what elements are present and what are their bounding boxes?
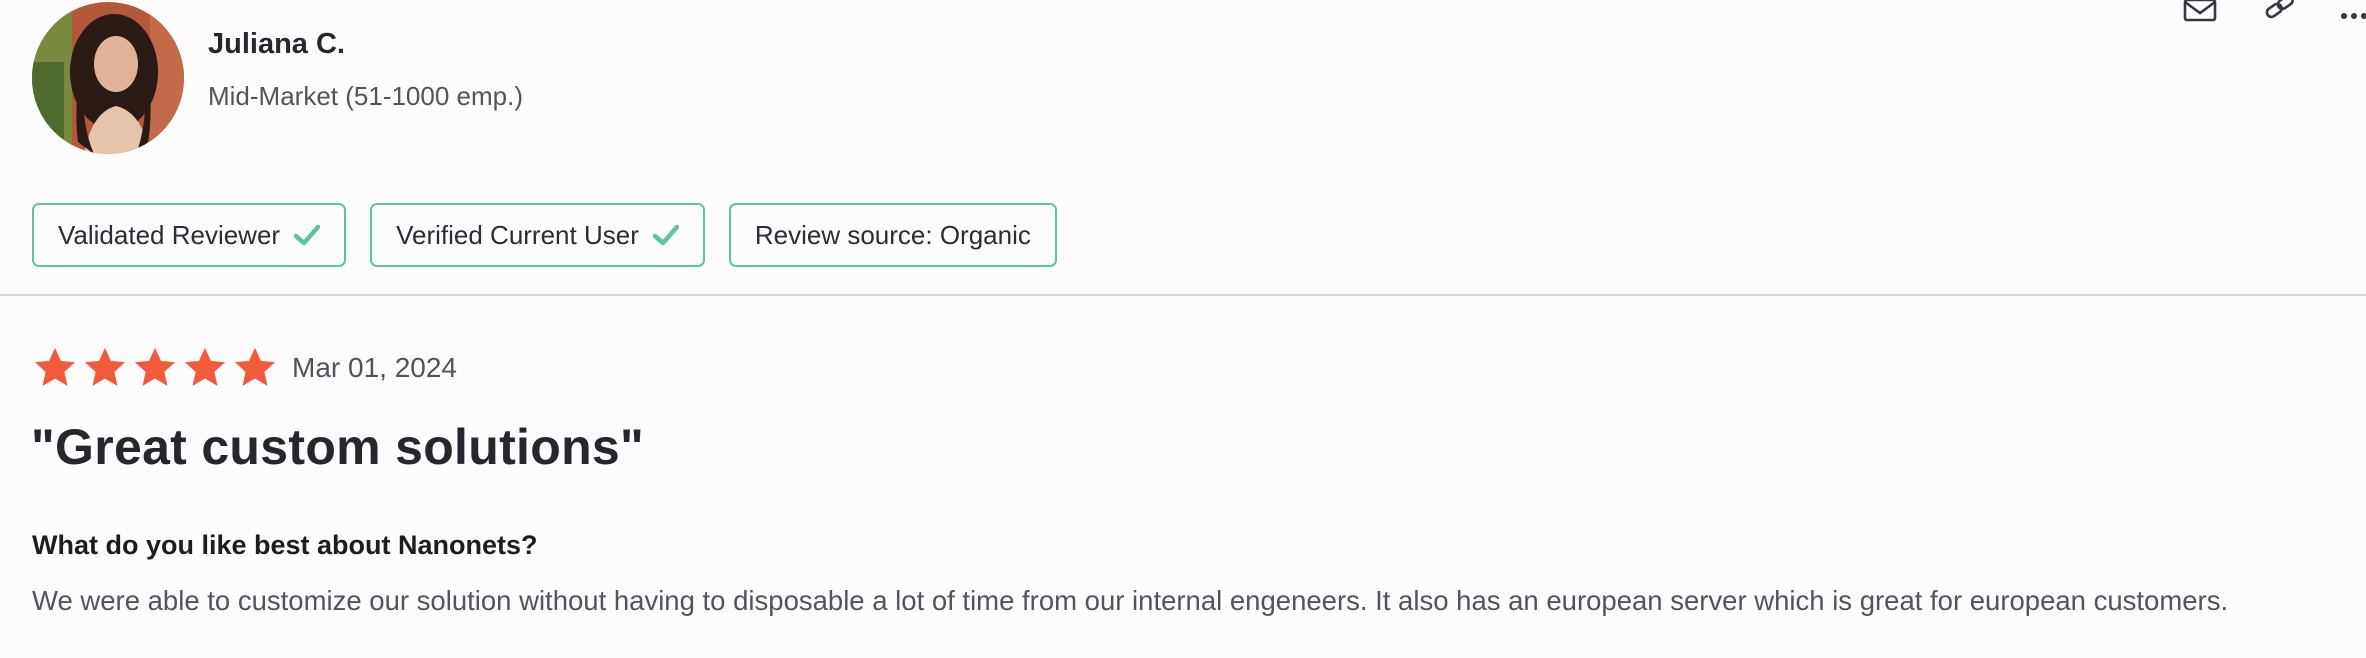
link-icon[interactable] [2260, 0, 2300, 24]
check-icon [294, 224, 321, 246]
review-title[interactable]: "Great custom solutions" [31, 418, 644, 476]
badge-validated-reviewer[interactable]: Validated Reviewer [32, 203, 347, 267]
badge-label: Validated Reviewer [58, 219, 281, 250]
badge-verified-current-user[interactable]: Verified Current User [370, 203, 705, 267]
more-icon[interactable] [2336, 0, 2366, 24]
check-icon [652, 224, 679, 246]
star-rating [32, 345, 278, 391]
review-actions [2170, 0, 2366, 30]
reviewer-segment: Mid-Market (51-1000 emp.) [208, 81, 523, 111]
star-icon [32, 345, 78, 391]
badge-review-source[interactable]: Review source: Organic [728, 203, 1057, 267]
reviewer-badges: Validated Reviewer Verified Current User… [32, 203, 1057, 267]
review-answer: We were able to customize our solution w… [32, 585, 2229, 616]
star-icon [232, 345, 278, 391]
star-icon [132, 345, 178, 391]
badge-label: Verified Current User [396, 219, 639, 250]
reviewer-avatar[interactable] [32, 2, 184, 154]
review-question: What do you like best about Nanonets? [32, 530, 538, 560]
rating-row: Mar 01, 2024 [32, 344, 457, 392]
badge-label: Review source: Organic [754, 219, 1031, 250]
mail-icon[interactable] [2180, 0, 2220, 24]
reviewer-name[interactable]: Juliana C. [208, 28, 345, 61]
star-icon [182, 345, 228, 391]
review-date: Mar 01, 2024 [292, 352, 457, 383]
star-icon [82, 345, 128, 391]
divider [0, 294, 2366, 296]
